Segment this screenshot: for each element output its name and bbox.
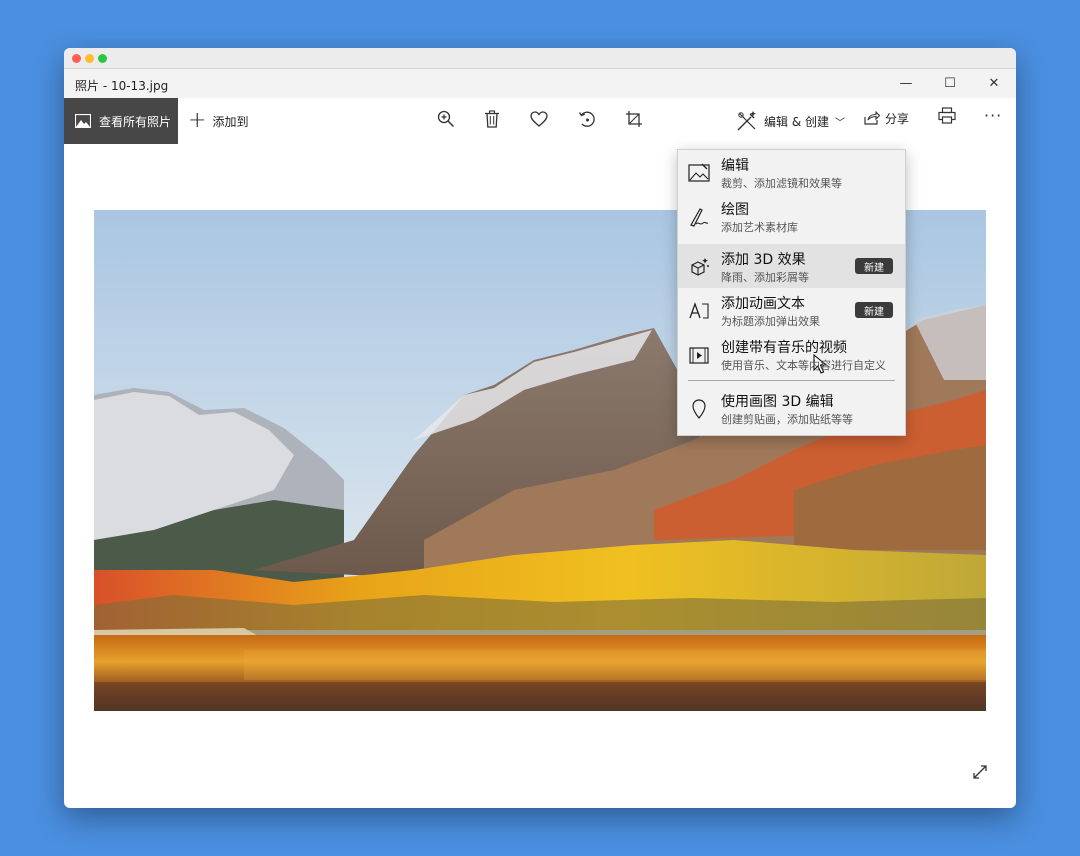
edit-create-button[interactable]: 编辑 & 创建 ﹀ [736, 98, 845, 144]
minimize-dot[interactable] [85, 54, 94, 63]
menu-item-title: 编辑 [721, 155, 749, 175]
rotate-icon [578, 110, 596, 128]
more-options-button[interactable]: ··· [984, 106, 1002, 125]
crop-button[interactable] [620, 107, 648, 131]
menu-item-title: 创建带有音乐的视频 [721, 337, 847, 357]
3d-effects-icon [688, 256, 710, 278]
print-button[interactable] [938, 107, 956, 128]
menu-item-title: 添加动画文本 [721, 293, 805, 313]
chevron-down-icon: ﹀ [835, 114, 845, 129]
menu-item-add-3d-effects[interactable]: 添加 3D 效果 降雨、添加彩屑等 新建 [678, 244, 905, 288]
menu-item-subtitle: 裁剪、添加滤镜和效果等 [721, 175, 842, 191]
view-all-label: 查看所有照片 [99, 113, 171, 130]
toolbar: 查看所有照片 + 添加到 [64, 98, 1016, 144]
menu-item-subtitle: 降雨、添加彩屑等 [721, 269, 809, 285]
view-all-photos-button[interactable]: 查看所有照片 [64, 98, 178, 144]
menu-item-subtitle: 添加艺术素材库 [721, 219, 798, 235]
menu-item-edit[interactable]: 编辑 裁剪、添加滤镜和效果等 [678, 150, 905, 194]
gallery-icon [75, 114, 91, 128]
menu-item-subtitle: 为标题添加弹出效果 [721, 313, 820, 329]
app-titlebar: 照片 - 10-13.jpg — ☐ ✕ [64, 69, 1016, 98]
video-music-icon [688, 344, 710, 366]
favorite-button[interactable] [525, 107, 553, 131]
photos-app-window: 照片 - 10-13.jpg — ☐ ✕ 查看所有照片 + 添加到 [64, 48, 1016, 808]
crop-icon [625, 110, 643, 128]
fullscreen-button[interactable] [972, 764, 988, 784]
zoom-dot[interactable] [98, 54, 107, 63]
trash-icon [484, 110, 500, 128]
new-badge: 新建 [855, 302, 893, 318]
delete-button[interactable] [478, 107, 506, 131]
paint3d-icon [688, 398, 710, 420]
share-button[interactable]: 分享 [864, 98, 909, 138]
new-badge: 新建 [855, 258, 893, 274]
menu-item-draw[interactable]: 绘图 添加艺术素材库 [678, 194, 905, 238]
pen-draw-icon [688, 206, 710, 228]
menu-item-paint-3d[interactable]: 使用画图 3D 编辑 创建剪贴画，添加贴纸等等 [678, 386, 905, 430]
zoom-in-button[interactable] [432, 107, 460, 131]
close-button[interactable]: ✕ [972, 69, 1016, 98]
minimize-button[interactable]: — [884, 69, 928, 98]
edit-create-menu: 编辑 裁剪、添加滤镜和效果等 绘图 添加艺术素材库 添加 3D 效果 降雨、添加… [677, 149, 906, 436]
close-dot[interactable] [72, 54, 81, 63]
menu-item-animated-text[interactable]: 添加动画文本 为标题添加弹出效果 新建 [678, 288, 905, 332]
share-icon [864, 111, 880, 125]
edit-create-icon [736, 110, 758, 132]
print-icon [938, 107, 956, 124]
menu-item-title: 使用画图 3D 编辑 [721, 391, 834, 411]
expand-icon [972, 764, 988, 780]
menu-item-video-with-music[interactable]: 创建带有音乐的视频 使用音乐、文本等内容进行自定义 [678, 332, 905, 376]
menu-item-title: 绘图 [721, 199, 749, 219]
rotate-button[interactable] [573, 107, 601, 131]
zoom-in-icon [437, 110, 455, 128]
photo-edit-icon [688, 162, 710, 184]
window-title: 照片 - 10-13.jpg [75, 77, 168, 94]
add-to-label: 添加到 [212, 113, 248, 130]
menu-item-subtitle: 创建剪贴画，添加贴纸等等 [721, 411, 853, 427]
maximize-button[interactable]: ☐ [928, 69, 972, 98]
heart-icon [530, 111, 548, 127]
add-to-button[interactable]: + 添加到 [188, 98, 248, 144]
animated-text-icon [688, 300, 710, 322]
share-label: 分享 [885, 110, 909, 127]
edit-create-label: 编辑 & 创建 [764, 113, 829, 130]
mac-window-bar [64, 48, 1016, 69]
menu-item-title: 添加 3D 效果 [721, 249, 806, 269]
menu-item-subtitle: 使用音乐、文本等内容进行自定义 [721, 357, 886, 373]
menu-separator [688, 380, 895, 381]
plus-icon: + [188, 110, 206, 132]
